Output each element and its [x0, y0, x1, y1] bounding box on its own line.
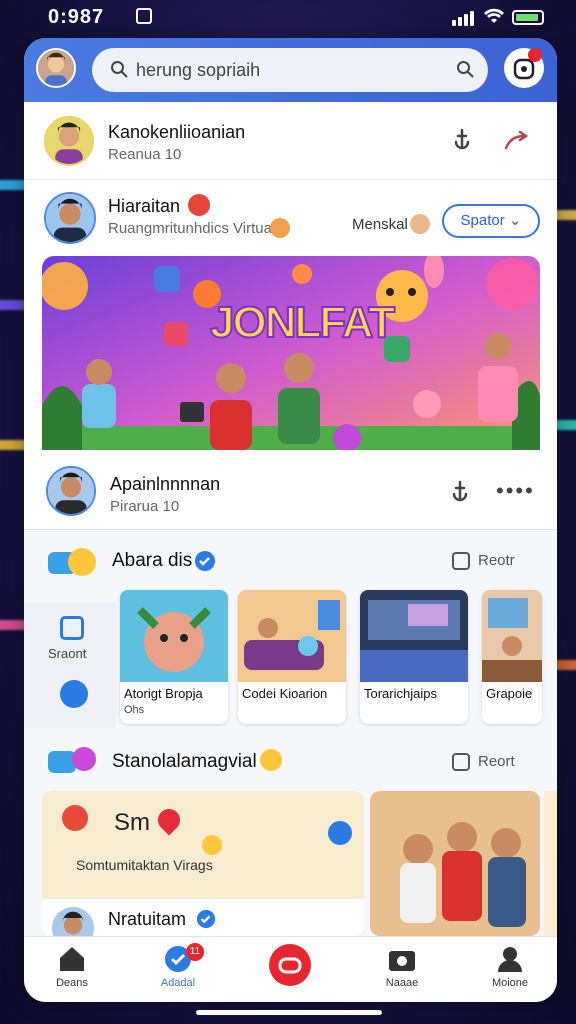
nav-camera-label: Naaae: [385, 977, 419, 989]
verified-icon: [196, 909, 216, 929]
feature-headline: Sm: [114, 809, 150, 836]
post-author[interactable]: Hiaraitan: [108, 196, 180, 217]
feature-author-row: Nratuitam: [42, 899, 364, 936]
grid-icon[interactable]: [60, 616, 84, 640]
card-title: Atorigt Bropja: [124, 686, 203, 701]
verified-icon: [195, 551, 215, 571]
hero-illustration: [42, 256, 540, 460]
nav-create[interactable]: [250, 943, 330, 991]
avatar: [44, 192, 96, 244]
emoji-icon: [260, 749, 282, 771]
signal-icon: [452, 10, 474, 26]
creator-card[interactable]: Torarichjaips: [360, 590, 468, 724]
create-icon: [269, 944, 311, 986]
nav-activity-badge: 11: [186, 943, 204, 961]
wifi-icon: [484, 8, 504, 23]
app-window: herung sopriaih Kanokenliioanian Reanua …: [24, 38, 557, 1002]
emoji-icon: [188, 194, 210, 216]
avatar: [44, 116, 94, 166]
section-icon: [48, 548, 96, 576]
hero-title: JONLFAT: [209, 297, 396, 348]
nav-activity-label: Adadal: [160, 977, 196, 989]
heart-icon: [153, 804, 185, 836]
share-badge-icon[interactable]: [328, 821, 352, 845]
spator-button-label: Spator: [460, 212, 505, 229]
post-meta: Reanua 10: [108, 146, 182, 163]
sort-icon[interactable]: [452, 753, 470, 771]
nav-profile-label: Moione: [491, 977, 529, 989]
camera-icon: [389, 951, 415, 971]
top-bar: herung sopriaih: [24, 38, 557, 102]
feature-author[interactable]: Nratuitam: [108, 909, 186, 930]
feature-card[interactable]: Sm Somtumitaktan Virags Nratuitam: [42, 791, 364, 936]
sort-button[interactable]: Reotr: [478, 552, 515, 569]
card-subtitle: Ohs: [124, 704, 145, 716]
post-meta: Pirarua 10: [110, 498, 180, 515]
sort-icon[interactable]: [452, 552, 470, 570]
feature-photo[interactable]: [370, 791, 540, 936]
search-bar[interactable]: herung sopriaih: [92, 48, 488, 92]
spator-button[interactable]: Spator ⌄: [442, 204, 540, 238]
creator-card[interactable]: Grapoie: [482, 590, 542, 724]
search-icon: [111, 61, 128, 78]
nav-profile[interactable]: Moione: [470, 945, 550, 989]
sidebar-label: Sraont: [48, 646, 87, 661]
feature-photo-image: [370, 791, 540, 936]
avatar: [46, 466, 96, 516]
card-title: Codei Kioarion: [242, 686, 328, 701]
emoji-icon: [410, 214, 430, 234]
notification-icon: [136, 8, 152, 24]
post-meta: Ruangmritunhdics Virtua: [108, 220, 272, 237]
feature-card-peek: [544, 791, 557, 936]
card-title: Torarichjaips: [364, 686, 437, 701]
user-avatar[interactable]: [36, 48, 76, 88]
status-time: 0:987: [48, 6, 105, 28]
follow-label: Menskal: [352, 216, 408, 233]
notifications-badge: [528, 48, 542, 62]
home-icon: [60, 947, 84, 971]
anchor-icon[interactable]: [448, 480, 472, 506]
share-icon[interactable]: [504, 130, 532, 150]
emoji-icon: [270, 218, 290, 238]
section-title: Stanolalamagvial: [112, 751, 257, 772]
creator-card[interactable]: Codei Kioarion: [238, 590, 346, 724]
nav-activity[interactable]: Adadal 11: [138, 943, 218, 989]
anchor-icon[interactable]: [450, 128, 474, 154]
bottom-nav: Deans Adadal 11 Naaae Moione: [24, 936, 557, 1002]
nav-home-label: Deans: [56, 977, 88, 989]
post-row[interactable]: Kanokenliioanian Reanua 10: [24, 102, 557, 180]
profile-icon: [498, 947, 522, 972]
nav-home[interactable]: Deans: [32, 945, 112, 989]
card-thumbnail: [360, 590, 468, 682]
section-title: Abara dis: [112, 550, 193, 571]
nav-camera[interactable]: Naaae: [362, 945, 442, 989]
search-submit-icon[interactable]: [456, 60, 474, 78]
notifications-button[interactable]: [504, 48, 544, 88]
feature-caption: Somtumitaktan Virags: [76, 857, 213, 873]
post-author[interactable]: Apainlnnnnan: [110, 474, 220, 495]
post-row[interactable]: Apainlnnnnan Pirarua 10 ••••: [24, 450, 557, 530]
avatar: [50, 905, 96, 936]
section-icon: [48, 747, 96, 773]
chart-icon[interactable]: [60, 680, 88, 708]
hero-image[interactable]: JONLFAT: [42, 256, 540, 460]
emoji-icon: [202, 835, 222, 855]
status-bar: 0:987: [0, 0, 576, 36]
sort-button[interactable]: Reort: [478, 753, 515, 770]
more-icon[interactable]: ••••: [496, 478, 535, 504]
section-featured: Stanolalamagvial Reort Sm Somtumitaktan …: [24, 735, 557, 936]
battery-icon: [512, 10, 544, 25]
creator-card[interactable]: Atorigt Bropja Ohs: [120, 590, 228, 724]
home-indicator[interactable]: [196, 1010, 382, 1015]
card-thumbnail: [482, 590, 542, 682]
apple-icon: [62, 805, 88, 831]
card-title: Grapoie: [486, 686, 533, 701]
card-thumbnail: [120, 590, 228, 682]
search-input[interactable]: herung sopriaih: [136, 60, 260, 81]
post-card: Hiaraitan Ruangmritunhdics Virtua Menska…: [24, 180, 557, 490]
post-author[interactable]: Kanokenliioanian: [108, 122, 245, 143]
sidebar: Sraont: [24, 602, 116, 728]
card-thumbnail: [238, 590, 346, 682]
